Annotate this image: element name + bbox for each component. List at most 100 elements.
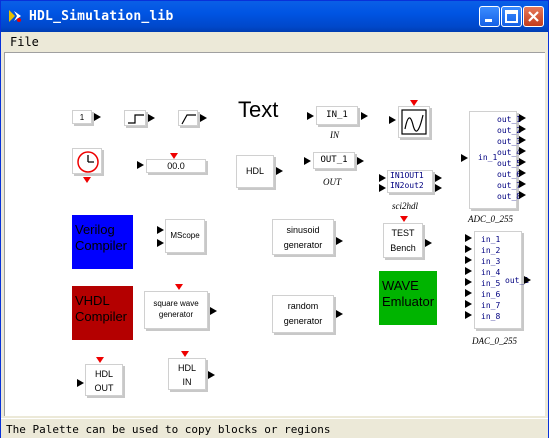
adc-output-port bbox=[519, 169, 526, 177]
clock-block[interactable] bbox=[72, 148, 102, 174]
dac-input-label: in_3 bbox=[481, 257, 501, 266]
dac-label: DAC_0_255 bbox=[472, 336, 517, 346]
random-line-1: random bbox=[287, 301, 319, 311]
maximize-button[interactable] bbox=[501, 6, 522, 27]
dac-input-label: in_2 bbox=[481, 246, 501, 255]
in1-input-port bbox=[307, 112, 314, 120]
dac-input-label: in_1 bbox=[481, 235, 501, 244]
vhdl-compiler-block[interactable]: VHDL Compiler bbox=[72, 286, 133, 340]
clock-event-port bbox=[83, 177, 91, 183]
adc-input-label: in_1 bbox=[478, 153, 498, 162]
sci2hdl-output-port-1 bbox=[435, 174, 442, 182]
title-bar[interactable]: HDL_Simulation_lib bbox=[1, 1, 548, 32]
wave-emulator-block[interactable]: WAVE Emluator bbox=[379, 271, 437, 325]
random-generator-block[interactable]: random generator bbox=[272, 295, 334, 333]
hdl-block[interactable]: HDL bbox=[236, 155, 274, 188]
adc-output-port bbox=[519, 158, 526, 166]
sci2hdl-out2: out2 bbox=[404, 181, 424, 190]
ramp-output-port bbox=[200, 114, 207, 122]
dac-input-port bbox=[465, 300, 472, 308]
clock-icon bbox=[77, 151, 99, 173]
hdl-in-line-2: IN bbox=[182, 377, 192, 387]
ramp-icon bbox=[181, 114, 196, 125]
hdl-in-block[interactable]: HDL IN bbox=[168, 358, 206, 390]
dac-input-label: in_7 bbox=[481, 301, 501, 310]
ramp-block[interactable] bbox=[178, 110, 198, 126]
scope-icon bbox=[401, 109, 427, 135]
adc-output-label: out_4 bbox=[497, 148, 522, 157]
menu-file[interactable]: File bbox=[10, 35, 39, 49]
scope-input-port bbox=[389, 116, 396, 124]
display-block[interactable]: 00.0 bbox=[146, 159, 206, 173]
adc-output-label: out_3 bbox=[497, 137, 522, 146]
in1-block[interactable]: IN_1 bbox=[316, 106, 358, 125]
square-line-1: square wave bbox=[153, 299, 199, 308]
constant-output-port bbox=[94, 113, 101, 121]
dac-input-port bbox=[465, 278, 472, 286]
dac-input-port bbox=[465, 311, 472, 319]
sinusoid-line-2: generator bbox=[283, 240, 323, 250]
hdl-out-block[interactable]: HDL OUT bbox=[85, 364, 123, 396]
testbench-event-port bbox=[400, 216, 408, 222]
out1-block[interactable]: OUT_1 bbox=[313, 152, 355, 169]
palette-canvas[interactable]: 1 Text IN_1 IN in_1 out_1 out_2 out_3 out_4… bbox=[4, 52, 545, 416]
sci2hdl-in1: IN1 bbox=[390, 171, 405, 180]
adc-output-label: out_8 bbox=[497, 192, 522, 201]
sci2hdl-block[interactable]: IN1OUT1 IN2out2 bbox=[387, 170, 433, 193]
sci2hdl-output-port-2 bbox=[435, 184, 442, 192]
minimize-icon bbox=[485, 19, 492, 22]
scope-block[interactable] bbox=[398, 106, 430, 138]
random-output-port bbox=[336, 310, 343, 318]
dac-input-label: in_6 bbox=[481, 290, 501, 299]
testbench-output-port bbox=[425, 239, 432, 247]
adc-output-label: out_6 bbox=[497, 170, 522, 179]
square-event-port bbox=[175, 284, 183, 290]
constant-value: 1 bbox=[79, 113, 85, 122]
square-output-port bbox=[210, 307, 217, 315]
dac-input-port bbox=[465, 256, 472, 264]
square-wave-generator-block[interactable]: square wave generator bbox=[144, 291, 208, 329]
adc-output-port bbox=[519, 191, 526, 199]
hdl-output-port bbox=[276, 167, 283, 175]
dac-block[interactable]: in_1 in_2 in_3 in_4 in_5 in_6 in_7 in_8 out_1 bbox=[474, 231, 529, 329]
dac-input-port bbox=[465, 234, 472, 242]
dac-input-label: in_4 bbox=[481, 268, 501, 277]
mscope-input-port-2 bbox=[157, 239, 164, 247]
hdl-out-event-port bbox=[96, 357, 104, 363]
sci2hdl-label: sci2hdl bbox=[392, 201, 418, 211]
text-block[interactable]: Text bbox=[238, 97, 278, 123]
sci2hdl-out1: OUT1 bbox=[404, 171, 424, 180]
adc-output-port bbox=[519, 147, 526, 155]
sci2hdl-in2: IN2 bbox=[390, 181, 405, 190]
adc-output-label: out_1 bbox=[497, 115, 522, 124]
close-button[interactable] bbox=[523, 6, 544, 27]
in1-label: IN bbox=[330, 130, 339, 140]
sinusoid-output-port bbox=[336, 237, 343, 245]
sinusoid-generator-block[interactable]: sinusoid generator bbox=[272, 219, 334, 255]
test-line-2: Bench bbox=[390, 243, 416, 253]
maximize-icon bbox=[505, 10, 518, 23]
constant-block[interactable]: 1 bbox=[72, 110, 92, 124]
dac-input-label: in_8 bbox=[481, 312, 501, 321]
adc-block[interactable]: in_1 out_1 out_2 out_3 out_4 out_5 out_6 out_7… bbox=[469, 111, 521, 209]
verilog-compiler-block[interactable]: Verilog Compiler bbox=[72, 215, 133, 269]
dac-input-port bbox=[465, 245, 472, 253]
mscope-block[interactable]: MScope bbox=[165, 219, 205, 253]
scilab-app-icon bbox=[9, 10, 21, 22]
step-icon bbox=[128, 114, 144, 124]
test-line-1: TEST bbox=[391, 228, 415, 238]
step-block[interactable] bbox=[124, 110, 146, 126]
hdl-in-output-port bbox=[208, 371, 215, 379]
in1-output-port bbox=[361, 112, 368, 120]
hdl-in-event-port bbox=[181, 351, 189, 357]
minimize-button[interactable] bbox=[479, 6, 500, 27]
dac-input-label: in_5 bbox=[481, 279, 501, 288]
out1-label: OUT bbox=[323, 177, 342, 187]
hdl-in-line-1: HDL bbox=[177, 363, 196, 373]
adc-input-port bbox=[461, 154, 468, 162]
test-bench-block[interactable]: TEST Bench bbox=[383, 223, 423, 258]
app-window: HDL_Simulation_lib File 1 Text IN_1 IN i… bbox=[0, 0, 549, 438]
adc-label: ADC_0_255 bbox=[468, 214, 513, 224]
status-bar: The Palette can be used to copy blocks o… bbox=[1, 418, 548, 438]
hdl-out-line-2: OUT bbox=[94, 383, 114, 393]
